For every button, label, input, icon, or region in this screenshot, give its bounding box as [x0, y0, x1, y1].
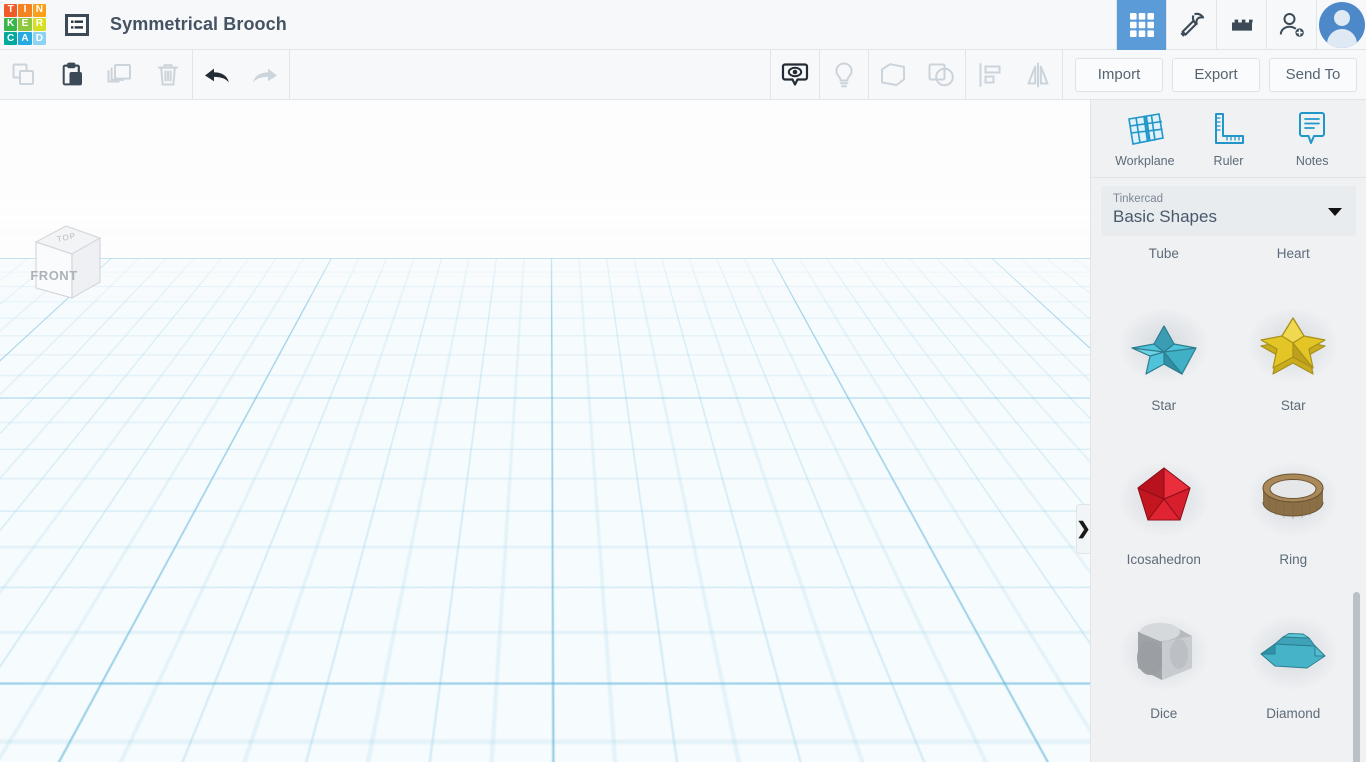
shape-label-tube[interactable]: Tube: [1099, 246, 1229, 280]
shape-label: Ring: [1279, 551, 1308, 567]
star-yellow-icon: [1245, 302, 1341, 388]
library-collection: Basic Shapes: [1113, 207, 1217, 226]
shape-label-heart[interactable]: Heart: [1229, 246, 1359, 280]
invite-user-icon[interactable]: [1266, 0, 1316, 50]
edit-toolbar: Import Export Send To: [0, 49, 1366, 100]
shape-item-diamond[interactable]: Diamond: [1229, 588, 1359, 742]
codeblocks-pickaxe-icon[interactable]: [1166, 0, 1216, 50]
history-tool-group: [193, 50, 289, 100]
avatar-head: [1333, 9, 1350, 26]
logo-tile-n: N: [32, 3, 46, 17]
header-right-actions: [1116, 0, 1366, 50]
notes-icon: [1299, 112, 1326, 144]
workplane-icon: [1127, 113, 1164, 145]
diamond-teal-icon: [1245, 610, 1341, 696]
align-icon[interactable]: [966, 50, 1014, 100]
chevron-down-icon[interactable]: [1328, 208, 1342, 216]
toolbar-divider: [289, 49, 290, 100]
zoom-out-icon[interactable]: [18, 449, 52, 483]
orthographic-toggle-icon[interactable]: [18, 497, 52, 531]
dice-gray-icon: [1116, 610, 1212, 696]
shape-label: Star: [1151, 397, 1177, 413]
shape-item-star-teal[interactable]: Star: [1099, 280, 1229, 434]
undo-arrow-icon[interactable]: [193, 50, 241, 100]
shape-label: Star: [1280, 397, 1306, 413]
shapes-scroll-area[interactable]: Tube Heart Star Star Icosahedron Ring Di…: [1091, 246, 1366, 762]
star-teal-icon: [1116, 302, 1212, 388]
panel-tool-row: Workplane Ruler Notes: [1091, 100, 1366, 178]
copy-icon[interactable]: [0, 50, 48, 100]
ruler-tool[interactable]: Ruler: [1189, 109, 1267, 168]
shape-item-star-yellow[interactable]: Star: [1229, 280, 1359, 434]
design-grid-icon[interactable]: [1116, 0, 1166, 50]
visibility-eye-icon[interactable]: [771, 50, 819, 100]
logo-tile-r: R: [32, 17, 46, 32]
logo-tile-t: T: [4, 3, 18, 17]
logo-tile-a: A: [18, 32, 32, 46]
icosahedron-red-icon: [1116, 456, 1212, 542]
shape-item-icosahedron[interactable]: Icosahedron: [1099, 434, 1229, 588]
ungroup-shapes-icon[interactable]: [917, 50, 965, 100]
logo-tile-e: E: [18, 17, 32, 32]
page-title[interactable]: Symmetrical Brooch: [110, 14, 287, 35]
ruler-icon: [1215, 113, 1245, 144]
shape-label: Icosahedron: [1126, 551, 1201, 567]
tinkercad-logo[interactable]: TINKERCAD: [2, 2, 48, 48]
shape-item-ring[interactable]: Ring: [1229, 434, 1359, 588]
app-header: TINKERCAD Symmetrical Brooch: [0, 0, 1366, 50]
workplane-tool[interactable]: Workplane: [1106, 109, 1184, 168]
shapes-panel-scrollbar[interactable]: [1353, 592, 1360, 762]
gem-shape-object[interactable]: [483, 340, 607, 444]
logo-tile-k: K: [4, 17, 18, 32]
workplane-tool-label: Workplane: [1115, 154, 1175, 168]
shape-label: Diamond: [1266, 705, 1321, 721]
avatar[interactable]: [1316, 0, 1366, 50]
logo-tile-i: I: [18, 3, 32, 17]
tinkercad-app: TINKERCAD Symmetrical Brooch Import Expo…: [0, 0, 1366, 762]
ruler-tool-label: Ruler: [1213, 154, 1244, 168]
avatar-image: [1318, 1, 1365, 48]
logo-tile-d: D: [32, 32, 46, 46]
clipboard-tool-group: [0, 50, 192, 100]
home-view-icon[interactable]: [18, 326, 52, 360]
blocks-brick-icon[interactable]: [1216, 0, 1266, 50]
file-actions: Import Export Send To: [1063, 57, 1366, 92]
redo-arrow-icon[interactable]: [241, 50, 289, 100]
library-select-wrap: Tinkercad Basic Shapes: [1091, 178, 1366, 246]
shape-item-dice[interactable]: Dice: [1099, 588, 1229, 742]
collapse-panel-chevron-icon[interactable]: ❯: [1076, 504, 1090, 554]
notes-tool[interactable]: Notes: [1273, 109, 1351, 168]
fit-to-view-icon[interactable]: [18, 367, 52, 401]
shapes-grid: Tube Heart Star Star Icosahedron Ring Di…: [1091, 246, 1366, 742]
notes-tool-label: Notes: [1295, 154, 1329, 168]
avatar-body: [1326, 28, 1357, 48]
shapes-panel: Workplane Ruler Notes Tinkercad Basic Sh…: [1090, 100, 1366, 762]
library-owner: Tinkercad: [1113, 193, 1164, 205]
view-cube[interactable]: TOP FRONT: [22, 218, 106, 306]
lightbulb-icon[interactable]: [820, 50, 868, 100]
import-button[interactable]: Import: [1075, 57, 1163, 92]
export-button[interactable]: Export: [1172, 57, 1260, 92]
workplane-grid[interactable]: [0, 100, 1090, 258]
3d-viewport[interactable]: TOP FRONT ❯: [0, 100, 1090, 762]
delete-trash-icon[interactable]: [144, 50, 192, 100]
zoom-in-icon[interactable]: [18, 408, 52, 442]
mirror-flip-icon[interactable]: [1014, 50, 1062, 100]
group-shapes-icon[interactable]: [869, 50, 917, 100]
paste-icon[interactable]: [48, 50, 96, 100]
view-tool-group: [771, 49, 1062, 100]
view-cube-front-label: FRONT: [30, 268, 77, 283]
shape-library-select[interactable]: Tinkercad Basic Shapes: [1101, 186, 1356, 236]
logo-tile-c: C: [4, 32, 18, 46]
object-shadow: [495, 506, 595, 552]
duplicate-icon[interactable]: [96, 50, 144, 100]
ring-brown-icon: [1245, 456, 1341, 542]
send-to-button[interactable]: Send To: [1269, 57, 1357, 92]
viewport-nav-controls: [18, 326, 52, 531]
shape-label: Dice: [1150, 705, 1178, 721]
list-menu-icon[interactable]: [60, 8, 94, 42]
